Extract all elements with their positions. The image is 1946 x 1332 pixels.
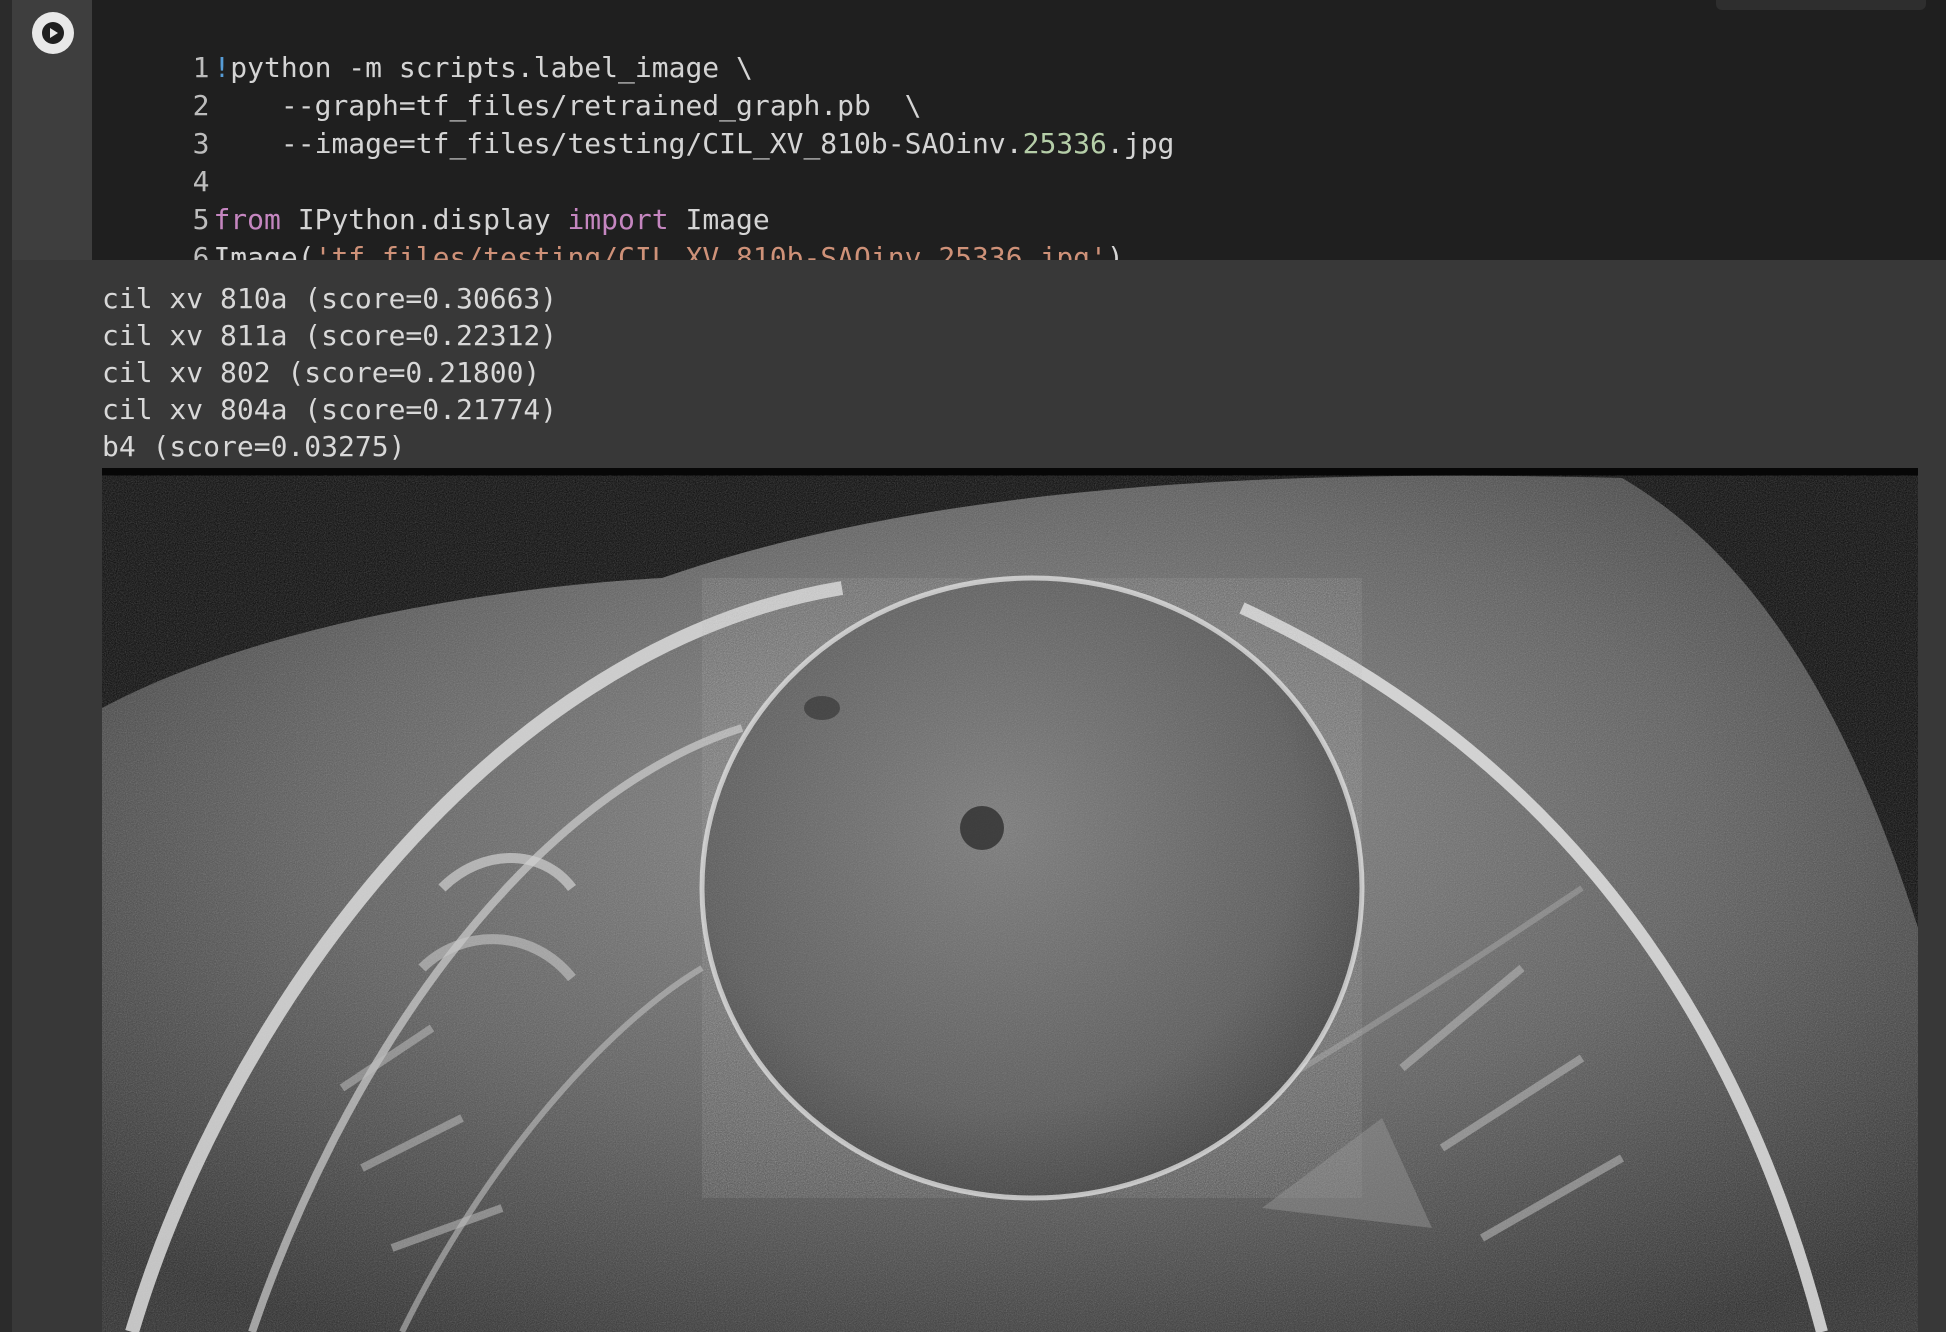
- cell-toolbar: [1716, 0, 1926, 10]
- code-line: 4: [92, 125, 213, 198]
- code-line: 3 --image=tf_files/testing/CIL_XV_810b-S…: [92, 87, 1175, 160]
- code-editor[interactable]: 1 !python -m scripts.label_image \ 2 --gr…: [92, 0, 1946, 274]
- output-line: b4 (score=0.03275): [102, 430, 406, 463]
- code-text: .jpg: [1106, 127, 1175, 160]
- code-line: 5 from IPython.display import Image: [92, 163, 770, 236]
- left-gutter: [0, 0, 12, 1332]
- output-line: cil xv 804a (score=0.21774): [102, 393, 558, 426]
- stone-stamp-photo: [102, 468, 1918, 1332]
- code-line: 6 Image('tf_files/testing/CIL_XV_810b-SAO…: [92, 201, 1124, 274]
- cell-run-area: [12, 0, 92, 260]
- code-line: 2 --graph=tf_files/retrained_graph.pb \: [92, 49, 922, 122]
- code-text: --image=tf_files/testing/CIL_XV_810b-SAO…: [213, 127, 1023, 160]
- run-cell-button[interactable]: [32, 12, 74, 54]
- cell-output: cil xv 810a (score=0.30663) cil xv 811a …: [92, 260, 1946, 1332]
- output-line: cil xv 802 (score=0.21800): [102, 356, 541, 389]
- stone-stamp-illustration: [102, 468, 1918, 1332]
- output-line: cil xv 810a (score=0.30663): [102, 282, 558, 315]
- output-line: cil xv 811a (score=0.22312): [102, 319, 558, 352]
- number-literal: 25336: [1022, 127, 1107, 160]
- play-icon: [42, 22, 64, 44]
- code-line: 1 !python -m scripts.label_image \: [92, 11, 753, 84]
